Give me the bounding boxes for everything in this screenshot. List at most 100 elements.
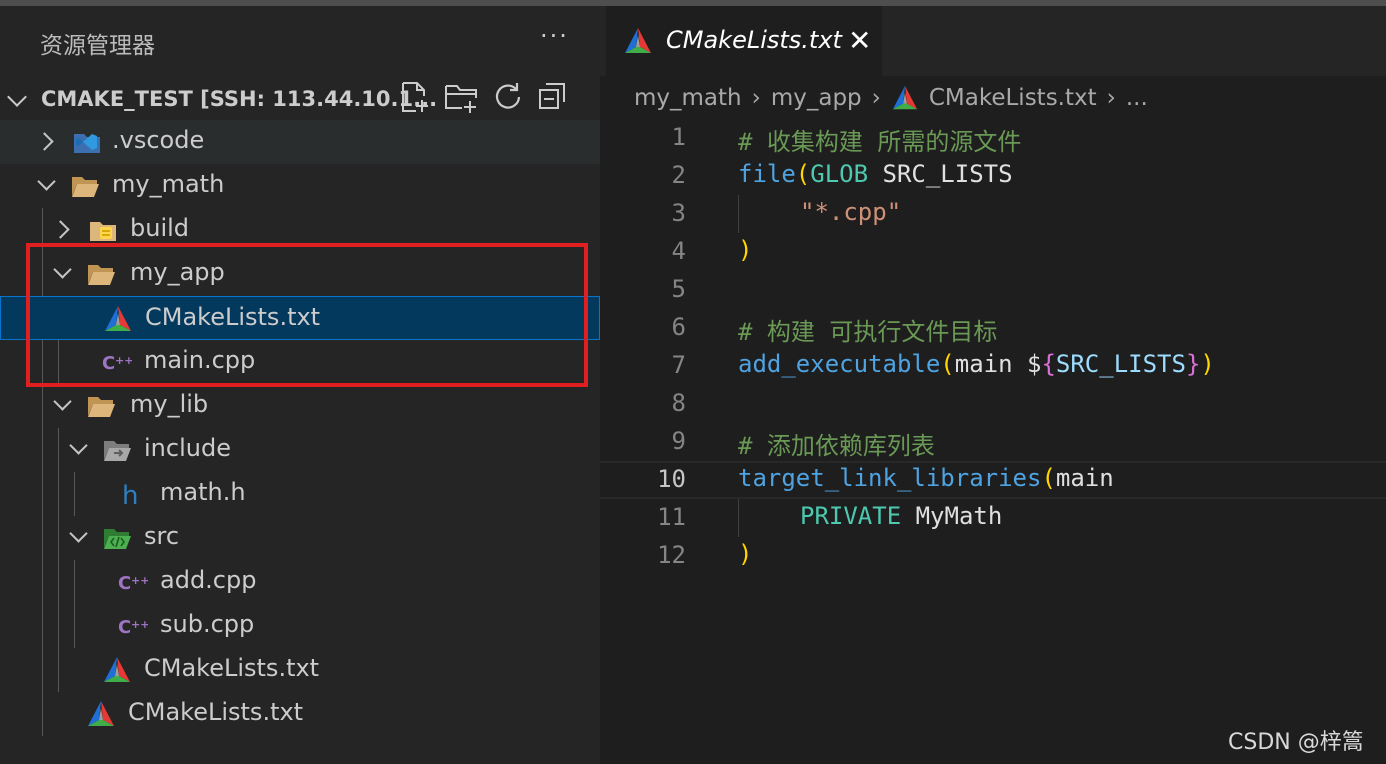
tree-item-math-h[interactable]: h math.h <box>0 472 600 516</box>
tree-item-my-math[interactable]: my_math <box>0 164 600 208</box>
code-line: 5 <box>600 271 1386 309</box>
tree-item-main-cpp[interactable]: C ++ main.cpp <box>0 340 600 384</box>
breadcrumb: my_math › my_app › CMakeLists.txt › ... <box>634 84 1148 112</box>
tree-item-my-app[interactable]: my_app <box>0 252 600 296</box>
collapse-all-icon[interactable] <box>536 80 570 114</box>
chevron-right-icon <box>51 220 70 239</box>
tree-item-label: .vscode <box>112 126 205 154</box>
tree-item-label: sub.cpp <box>160 610 255 638</box>
tree-item-cmakelists-app[interactable]: CMakeLists.txt <box>0 296 600 340</box>
tree-item-add-cpp[interactable]: C ++ add.cpp <box>0 560 600 604</box>
line-number: 11 <box>657 503 686 531</box>
folder-open-icon <box>88 397 115 417</box>
tree-item-label: CMakeLists.txt <box>144 654 320 682</box>
cmake-icon <box>88 701 114 726</box>
tab-label: CMakeLists.txt <box>666 26 842 54</box>
identifier: main <box>1055 464 1114 492</box>
cpp-file-icon: C ++ <box>118 573 148 594</box>
current-line: 10 target_link_libraries(main <box>600 461 1386 499</box>
variable-sigil: $ <box>1027 350 1042 378</box>
line-number: 4 <box>671 237 686 265</box>
tree-item-build[interactable]: build <box>0 208 600 252</box>
code-line: 11 PRIVATE MyMath <box>600 499 1386 537</box>
tree-item-src[interactable]: src <box>0 516 600 560</box>
keyword: PRIVATE <box>800 502 902 530</box>
code-line: 1 # 收集构建 所需的源文件 <box>600 119 1386 157</box>
string: "*.cpp" <box>800 198 902 226</box>
tree-item-label: build <box>130 214 190 242</box>
breadcrumb-item[interactable]: ... <box>1126 85 1148 111</box>
tree-item-label: CMakeLists.txt <box>145 303 321 331</box>
breadcrumb-item[interactable]: my_app <box>771 85 862 111</box>
tree-item-label: include <box>144 434 231 462</box>
vscode-folder-icon <box>74 134 100 153</box>
folder-open-icon <box>72 177 99 197</box>
explorer-title: 资源管理器 <box>40 33 155 59</box>
more-actions-icon[interactable]: ··· <box>540 22 569 50</box>
close-icon[interactable]: ✕ <box>848 24 871 57</box>
bracket: } <box>1185 350 1201 378</box>
tree-item-cmakelists-root[interactable]: CMakeLists.txt <box>0 692 600 736</box>
line-number: 1 <box>671 123 686 151</box>
bracket: ( <box>795 160 811 188</box>
code-line: 12 ) <box>600 537 1386 575</box>
breadcrumb-item[interactable]: my_math <box>634 85 742 111</box>
new-folder-icon[interactable] <box>444 80 478 114</box>
code-line: 2 file(GLOB SRC_LISTS <box>600 157 1386 195</box>
cmake-icon <box>104 657 130 682</box>
command-name: file <box>738 160 796 188</box>
cpp-file-icon: C ++ <box>118 617 148 638</box>
svg-text:++: ++ <box>115 354 132 367</box>
chevron-down-icon <box>69 436 88 455</box>
refresh-icon[interactable] <box>490 80 524 114</box>
code-line: 6 # 构建 可执行文件目标 <box>600 309 1386 347</box>
cmake-icon <box>625 28 651 53</box>
identifier: SRC_LISTS <box>868 160 1013 188</box>
src-folder-icon <box>104 529 131 549</box>
line-number: 8 <box>671 389 686 417</box>
chevron-right-icon <box>35 132 54 151</box>
new-file-icon[interactable] <box>398 80 432 114</box>
header-file-icon: h <box>122 481 138 508</box>
code-line: 9 # 添加依赖库列表 <box>600 423 1386 461</box>
bracket: ( <box>940 350 955 378</box>
code-line: 4 ) <box>600 233 1386 271</box>
code-line: 8 <box>600 385 1386 423</box>
bracket: ) <box>1200 350 1215 378</box>
tree-item-cmakelists-lib[interactable]: CMakeLists.txt <box>0 648 600 692</box>
keyword: GLOB <box>810 160 869 188</box>
chevron-right-icon: › <box>871 85 881 111</box>
tree-item-label: math.h <box>160 478 246 506</box>
line-number: 10 <box>657 465 686 493</box>
tree-item-label: my_app <box>130 258 225 286</box>
variable: SRC_LISTS <box>1055 350 1186 378</box>
line-number: 5 <box>671 275 686 303</box>
workspace-section-header[interactable]: CMAKE_TEST [SSH: 113.44.10.1... <box>0 76 600 122</box>
comment: # 添加依赖库列表 <box>738 432 935 460</box>
tree-item-sub-cpp[interactable]: C ++ sub.cpp <box>0 604 600 648</box>
cmake-icon <box>105 306 131 331</box>
tree-item-label: my_lib <box>130 390 209 418</box>
tab-cmakelists[interactable]: CMakeLists.txt ✕ <box>606 6 882 76</box>
identifier: main <box>954 350 1027 378</box>
svg-text:C: C <box>118 573 131 594</box>
bracket: { <box>1041 350 1056 378</box>
tree-item-include[interactable]: include <box>0 428 600 472</box>
command-name: add_executable <box>738 350 941 378</box>
editor-area: CMakeLists.txt ✕ my_math › my_app › CMak… <box>600 6 1386 764</box>
watermark: CSDN @梓篙 <box>1228 730 1364 755</box>
chevron-down-icon <box>7 87 27 107</box>
command-name: target_link_libraries <box>738 464 1042 492</box>
chevron-down-icon <box>53 260 72 279</box>
cmake-icon <box>892 85 917 110</box>
breadcrumb-item[interactable]: CMakeLists.txt <box>929 85 1097 111</box>
bracket: ) <box>738 540 753 568</box>
tree-item-my-lib[interactable]: my_lib <box>0 384 600 428</box>
cpp-file-icon: C ++ <box>102 353 132 374</box>
folder-open-icon <box>88 265 115 285</box>
chevron-down-icon <box>53 392 72 411</box>
svg-text:++: ++ <box>131 574 148 587</box>
tree-item-vscode[interactable]: .vscode <box>0 120 600 164</box>
line-number: 6 <box>671 313 686 341</box>
code-line: 7 add_executable(main ${SRC_LISTS}) <box>600 347 1386 385</box>
